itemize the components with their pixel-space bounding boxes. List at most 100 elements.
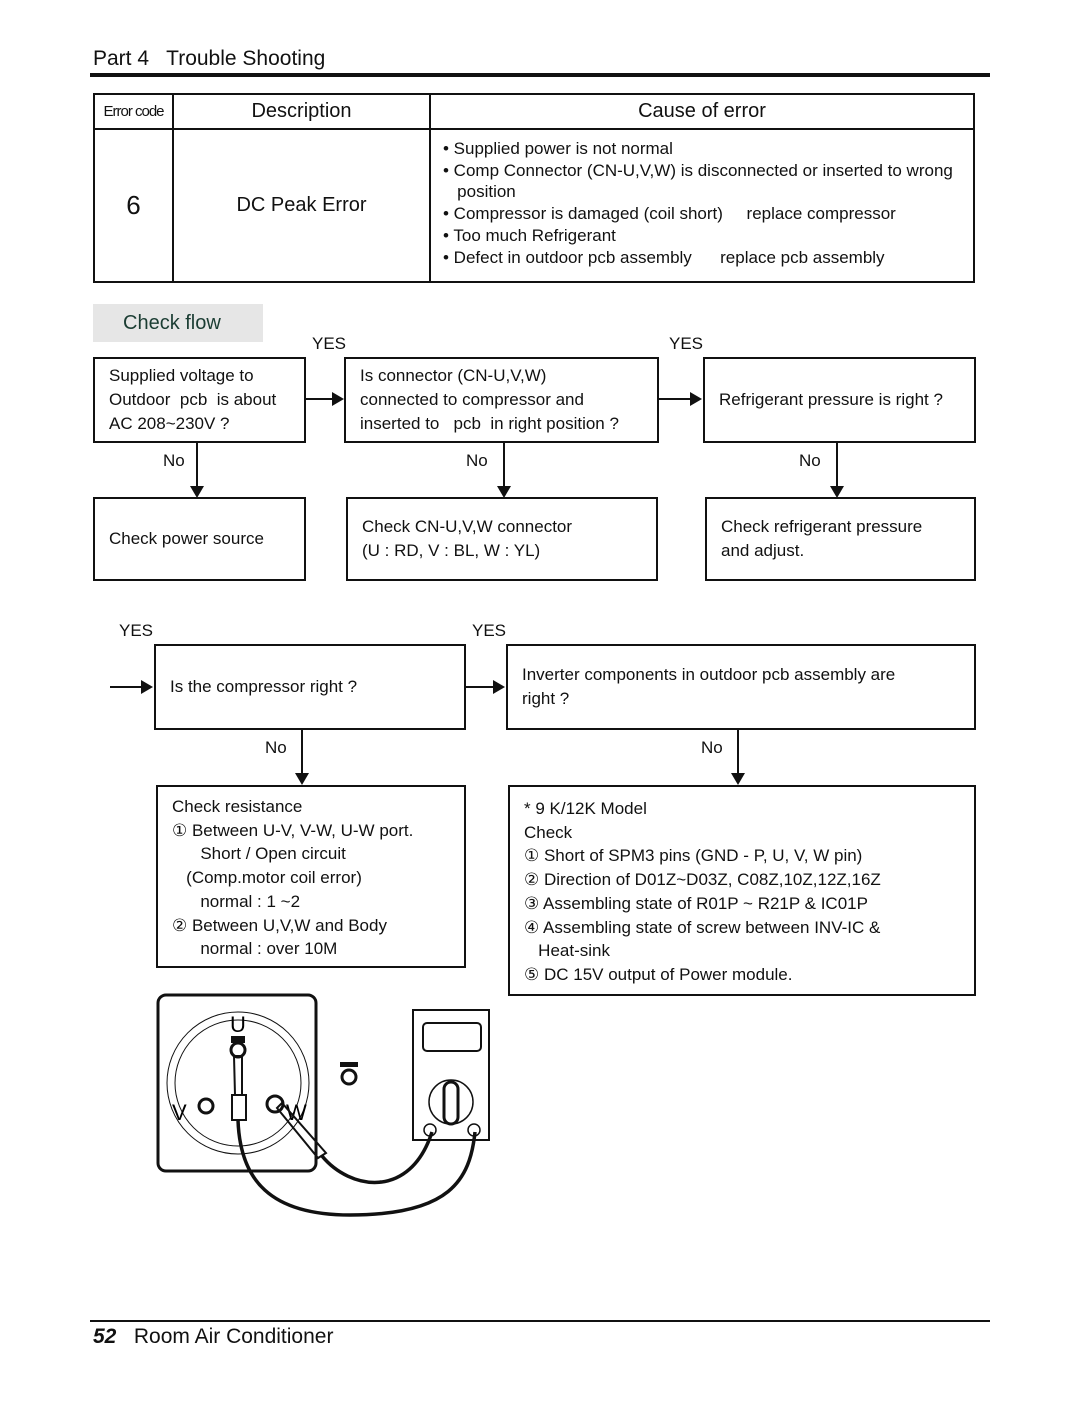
text-line: Short / Open circuit bbox=[172, 844, 346, 864]
dial-knob bbox=[442, 1080, 460, 1126]
action-check-inverter: * 9 K/12K Model Check ① Short of SPM3 pins… bbox=[508, 785, 976, 996]
cause-item: • Too much Refrigerant bbox=[443, 225, 616, 245]
footer-rule bbox=[90, 1320, 990, 1322]
text-line: Heat-sink bbox=[524, 941, 610, 961]
probe-lead bbox=[236, 1119, 477, 1217]
part-label: Part 4 bbox=[93, 47, 150, 70]
yes-label: YES bbox=[472, 621, 507, 640]
arrow-right-icon bbox=[332, 392, 344, 406]
text-line: Refrigerant pressure is right ? bbox=[719, 390, 943, 409]
arrow-line bbox=[306, 398, 334, 400]
multimeter-dial bbox=[428, 1079, 474, 1125]
terminal-u-label: U bbox=[230, 1012, 246, 1037]
arrow-line bbox=[503, 443, 505, 487]
action-check-resistance: Check resistance ① Between U-V, V-W, U-W … bbox=[156, 785, 466, 968]
question-supplied-voltage: Supplied voltage to Outdoor pcb is about A… bbox=[93, 357, 306, 443]
arrow-line bbox=[659, 398, 691, 400]
footer-title: Room Air Conditioner bbox=[133, 1325, 334, 1348]
ground-mark bbox=[340, 1062, 358, 1067]
terminal-v-icon bbox=[197, 1097, 215, 1115]
arrow-line bbox=[110, 686, 142, 688]
question-connector: Is connector (CN-U,V,W) connected to comp… bbox=[344, 357, 659, 443]
text-line: Check resistance bbox=[172, 797, 303, 816]
page-footer: 52 Room Air Conditioner bbox=[93, 1325, 333, 1349]
section-title: Trouble Shooting bbox=[166, 47, 326, 70]
yes-label: YES bbox=[312, 334, 347, 353]
question-compressor: Is the compressor right ? bbox=[154, 644, 466, 730]
text-line: ① Short of SPM3 pins (GND - P, U, V, W p… bbox=[524, 846, 863, 866]
text-line: right ? bbox=[522, 689, 570, 708]
error-description: DC Peak Error bbox=[172, 128, 431, 283]
manual-page: Part 4 Trouble Shooting Error code Descr… bbox=[0, 0, 1080, 1405]
page-header: Part 4 Trouble Shooting bbox=[93, 47, 325, 71]
text-line: connected to compressor and bbox=[360, 390, 584, 409]
error-code: 6 bbox=[93, 128, 174, 283]
cause-item: position bbox=[443, 182, 516, 202]
terminal-v-label: V bbox=[172, 1100, 187, 1125]
check-flow-title: Check flow bbox=[93, 304, 263, 342]
ground-terminal-icon bbox=[340, 1068, 358, 1086]
multimeter-body bbox=[412, 1009, 490, 1141]
cause-item: • Defect in outdoor pcb assembly replace… bbox=[443, 247, 885, 267]
no-label: No bbox=[466, 451, 488, 470]
terminal-u-icon bbox=[229, 1041, 247, 1059]
header-rule bbox=[90, 73, 990, 77]
header-error-code: Error code bbox=[93, 93, 174, 130]
multimeter-illustration: U V W bbox=[156, 993, 490, 1217]
text-line: (U : RD, V : BL, W : YL) bbox=[362, 541, 541, 560]
text-line: * 9 K/12K Model bbox=[524, 799, 647, 818]
text-line: inserted to pcb in right position ? bbox=[360, 414, 619, 433]
yes-label: YES bbox=[669, 334, 704, 353]
text-line: normal : over 10M bbox=[172, 939, 338, 959]
arrow-right-icon bbox=[690, 392, 702, 406]
text-line: Check CN-U,V,W connector bbox=[362, 517, 573, 536]
arrow-line bbox=[196, 443, 198, 487]
cause-item: • Supplied power is not normal bbox=[443, 139, 673, 158]
arrow-down-icon bbox=[731, 773, 745, 785]
arrow-line bbox=[836, 443, 838, 487]
text-line: ② Between U,V,W and Body bbox=[172, 915, 387, 935]
text-line: ② Direction of D01Z~D03Z, C08Z,10Z,12Z,1… bbox=[524, 870, 881, 890]
action-check-power: Check power source bbox=[93, 497, 306, 581]
text-line: Check power source bbox=[109, 529, 264, 548]
arrow-right-icon bbox=[493, 680, 505, 694]
no-label: No bbox=[265, 738, 287, 757]
text-line: Outdoor pcb is about bbox=[109, 390, 277, 409]
header-description: Description bbox=[172, 93, 431, 130]
cause-list: • Supplied power is not normal • Comp Con… bbox=[429, 128, 975, 283]
no-label: No bbox=[799, 451, 821, 470]
text-line: Inverter components in outdoor pcb assem… bbox=[522, 665, 896, 684]
arrow-right-icon bbox=[141, 680, 153, 694]
arrow-down-icon bbox=[295, 773, 309, 785]
text-line: Check refrigerant pressure bbox=[721, 517, 923, 536]
no-label: No bbox=[701, 738, 723, 757]
header-cause: Cause of error bbox=[429, 93, 975, 130]
yes-label: YES bbox=[119, 621, 154, 640]
action-check-connector: Check CN-U,V,W connector (U : RD, V : BL,… bbox=[346, 497, 658, 581]
text-line: ① Between U-V, V-W, U-W port. bbox=[172, 820, 414, 840]
probe-1 bbox=[232, 1055, 243, 1096]
arrow-line bbox=[737, 730, 739, 774]
cause-item: • Comp Connector (CN-U,V,W) is disconnec… bbox=[443, 160, 953, 180]
arrow-line bbox=[466, 686, 494, 688]
action-check-refrigerant: Check refrigerant pressure and adjust. bbox=[705, 497, 976, 581]
page-number: 52 bbox=[93, 1325, 117, 1348]
text-line: ④ Assembling state of screw between INV-… bbox=[524, 917, 881, 937]
text-line: AC 208~230V ? bbox=[109, 414, 230, 433]
question-refrigerant: Refrigerant pressure is right ? bbox=[703, 357, 976, 443]
error-table: Error code Description Cause of error 6 … bbox=[93, 93, 975, 283]
text-line: Is connector (CN-U,V,W) bbox=[360, 366, 547, 385]
no-label: No bbox=[163, 451, 185, 470]
multimeter-display bbox=[422, 1022, 482, 1052]
text-line: ⑤ DC 15V output of Power module. bbox=[524, 964, 793, 984]
text-line: Check bbox=[524, 822, 573, 842]
text-line: and adjust. bbox=[721, 541, 805, 560]
text-line: (Comp.motor coil error) bbox=[172, 868, 362, 888]
question-inverter: Inverter components in outdoor pcb assem… bbox=[506, 644, 976, 730]
text-line: ③ Assembling state of R01P ~ R21P & IC01… bbox=[524, 893, 868, 913]
cause-item: • Compressor is damaged (coil short) rep… bbox=[443, 204, 896, 224]
text-line: normal : 1 ~2 bbox=[172, 891, 301, 911]
text-line: Supplied voltage to bbox=[109, 366, 254, 385]
arrow-line bbox=[301, 730, 303, 774]
probe-1-handle bbox=[231, 1094, 247, 1121]
